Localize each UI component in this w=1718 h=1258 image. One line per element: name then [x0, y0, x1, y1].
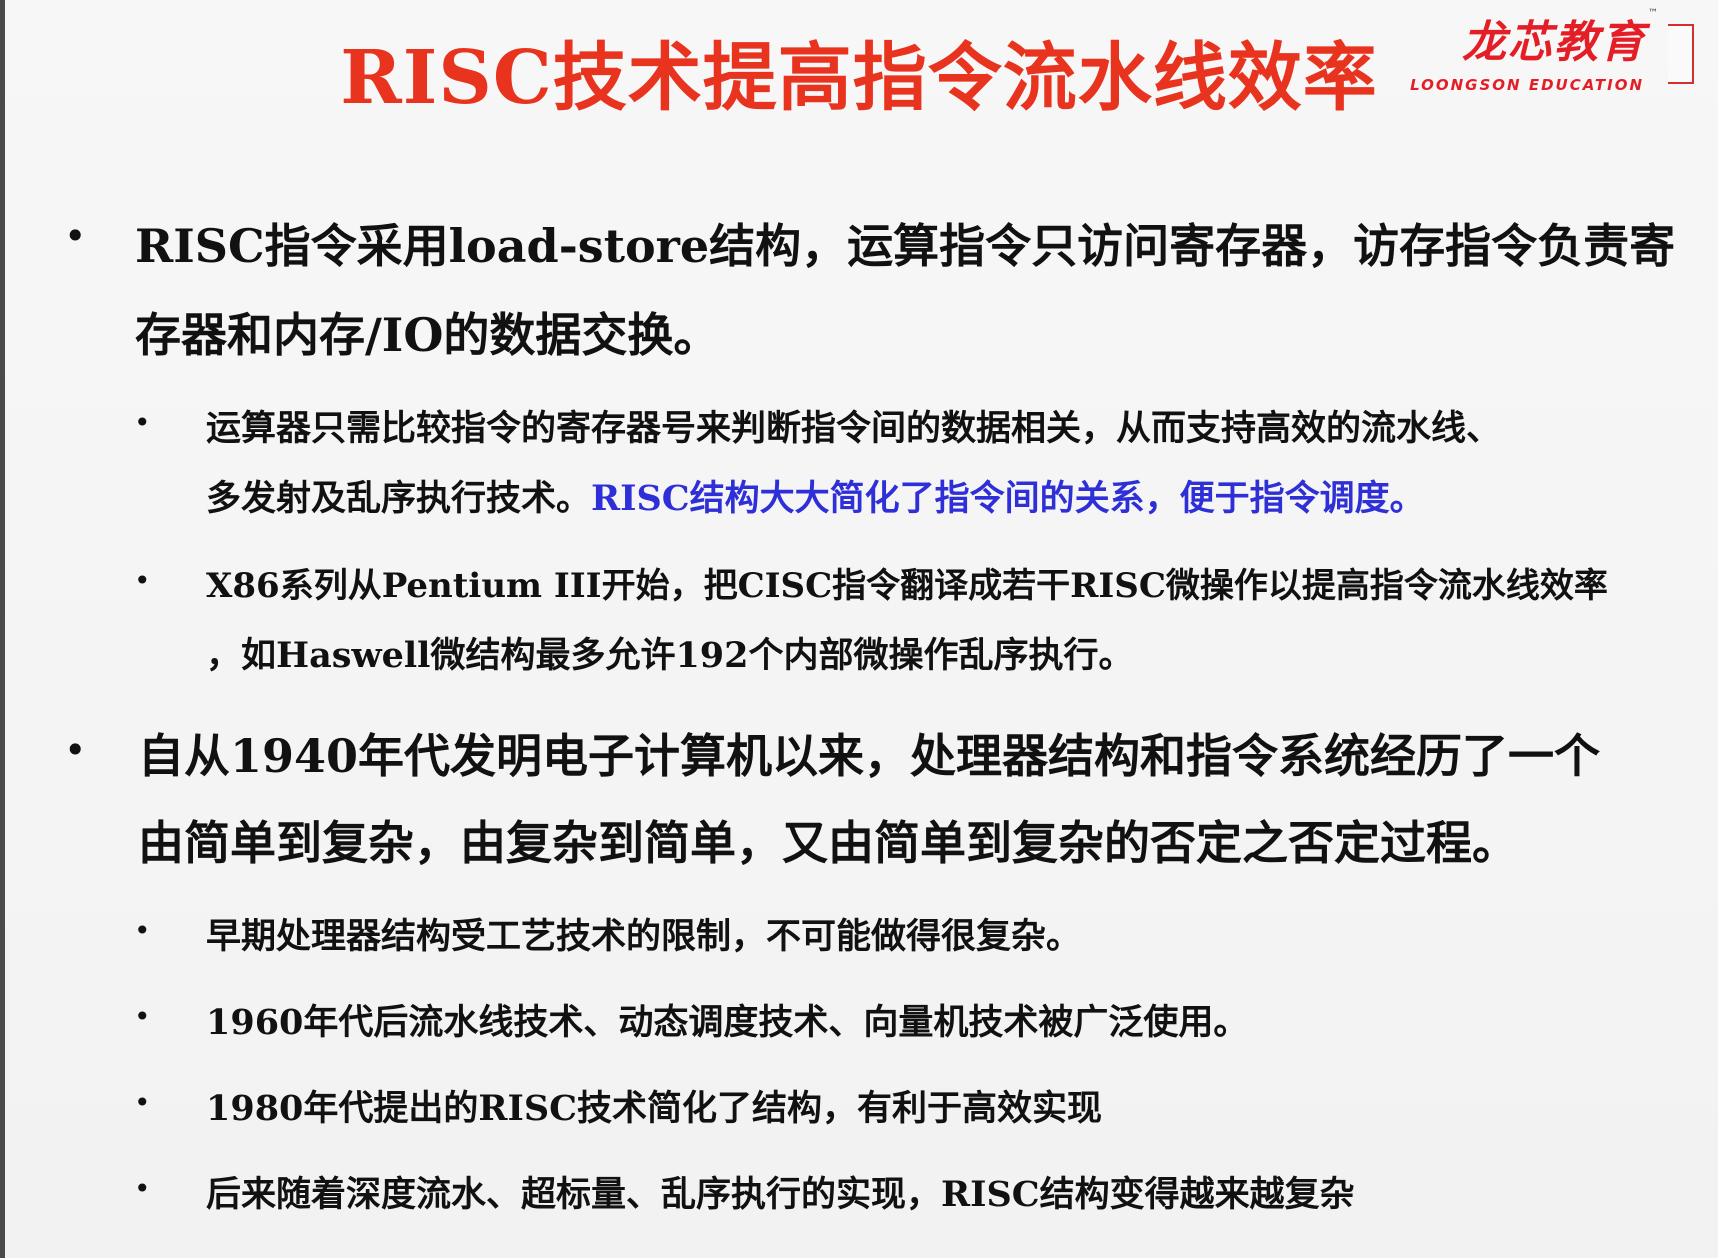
- bullet-line: RISC指令采用load-store结构，运算指令只访问寄存器，访存指令负责寄: [135, 219, 1676, 273]
- logo-bracket-icon: [1668, 24, 1694, 84]
- sub-bullet-line: 多发射及乱序执行技术。RISC结构大大简化了指令间的关系，便于指令调度。: [206, 470, 1425, 521]
- bullet-dot: •: [64, 728, 87, 772]
- window-edge: [0, 0, 5, 1258]
- bullet-dot: •: [134, 914, 151, 947]
- sub-bullet-line: ，如Haswell微结构最多允许192个内部微操作乱序执行。: [206, 635, 1134, 676]
- bullet-line: 由简单到复杂，由复杂到简单，又由简单到复杂的否定之否定过程。: [138, 816, 1518, 870]
- highlight-text: RISC结构大大简化了指令间的关系，便于指令调度。: [591, 478, 1425, 519]
- bullet-dot: •: [64, 214, 87, 258]
- slide: RISC技术提高指令流水线效率 龙芯教育 ™ LOONGSON EDUCATIO…: [0, 0, 1718, 1258]
- bullet-line: 存器和内存/IO的数据交换。: [135, 308, 720, 362]
- sub-bullet-text: 多发射及乱序执行技术。: [206, 478, 592, 519]
- logo-name-cn: 龙芯教育: [1462, 17, 1646, 68]
- sub-bullet-line: 后来随着深度流水、超标量、乱序执行的实现，RISC结构变得越来越复杂: [206, 1174, 1355, 1215]
- bullet-dot: •: [134, 564, 151, 597]
- logo-trademark: ™: [1648, 8, 1658, 19]
- sub-bullet-line: 1960年代后流水线技术、动态调度技术、向量机技术被广泛使用。: [206, 1002, 1249, 1043]
- loongson-logo: 龙芯教育 ™ LOONGSON EDUCATION: [1346, 6, 1706, 94]
- sub-bullet-line: 1980年代提出的RISC技术简化了结构，有利于高效实现: [206, 1088, 1103, 1129]
- bullet-dot: •: [134, 1172, 151, 1205]
- sub-bullet-line: 早期处理器结构受工艺技术的限制，不可能做得很复杂。: [206, 916, 1082, 957]
- bullet-dot: •: [134, 1000, 151, 1033]
- bullet-dot: •: [134, 1086, 151, 1119]
- bullet-line: 自从1940年代发明电子计算机以来，处理器结构和指令系统经历了一个: [138, 729, 1601, 783]
- sub-bullet-line: 运算器只需比较指令的寄存器号来判断指令间的数据相关，从而支持高效的流水线、: [206, 408, 1502, 449]
- sub-bullet-line: X86系列从Pentium III开始，把CISC指令翻译成若干RISC微操作以…: [206, 566, 1608, 606]
- logo-name-en: LOONGSON EDUCATION: [1410, 76, 1644, 94]
- bullet-dot: •: [134, 406, 151, 439]
